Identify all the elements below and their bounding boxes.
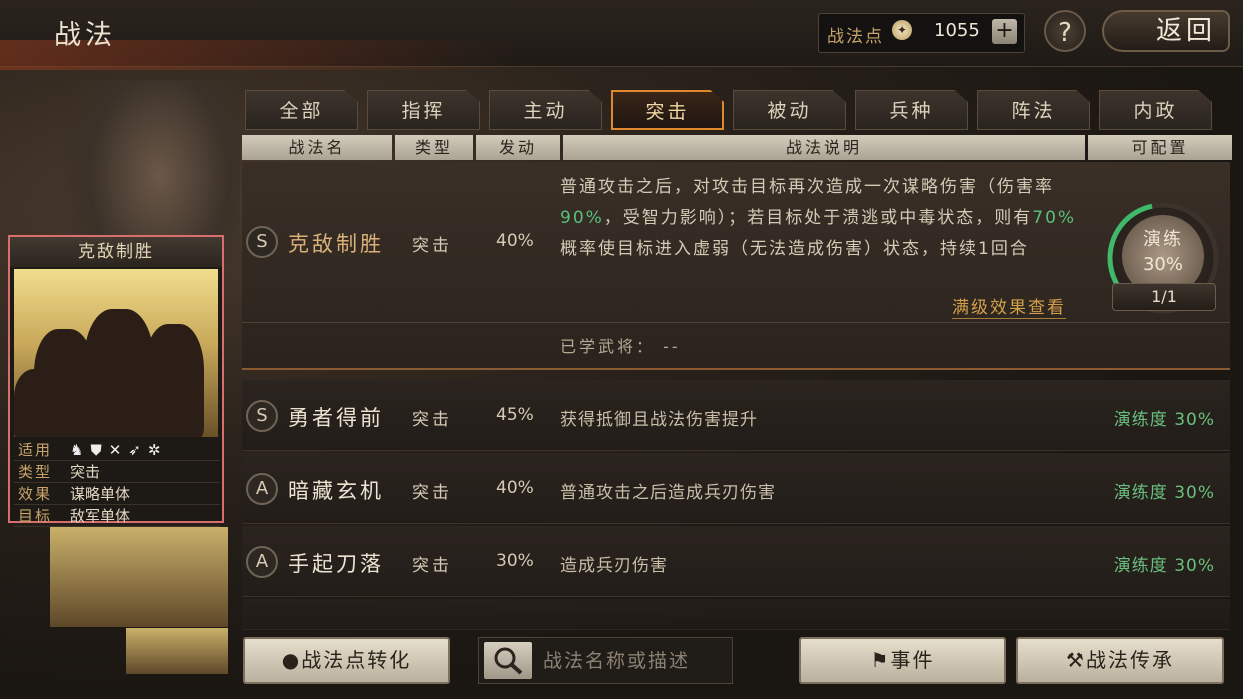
tactic-row[interactable] [242, 526, 1230, 597]
event-icon: ⚑ [870, 648, 891, 672]
convert-points-button[interactable]: ●战法点转化 [243, 637, 450, 684]
attr-value: 敌军单体 [70, 507, 131, 525]
learned-generals: 已学武将： -- [560, 337, 681, 356]
tab-active[interactable]: 主动 [489, 90, 602, 130]
tactic-name: 手起刀落 [288, 552, 384, 576]
shield-icon: ⛊ [90, 440, 102, 459]
tactic-card: 克敌制胜 适用 ♞ ⛊ ✕ ➶ ✲ 类型 突击 效果 谋略单体 目标 敌军单体 [8, 235, 224, 527]
card-attr-row: 效果 谋略单体 [14, 483, 220, 505]
unit-type-icons: ♞ ⛊ ✕ ➶ ✲ [70, 441, 160, 459]
tactic-type: 突击 [412, 410, 452, 430]
tactic-description: 普通攻击之后造成兵刃伤害 [560, 483, 776, 503]
events-button[interactable]: ⚑事件 [799, 637, 1006, 684]
tab-formation[interactable]: 阵法 [977, 90, 1090, 130]
attr-value: 突击 [70, 463, 101, 481]
cavalry-icon: ♞ [70, 440, 84, 459]
hammer-icon: ⚒ [1066, 648, 1086, 672]
tactic-point-coin-icon: ✦ [892, 20, 912, 40]
back-button[interactable]: 返回 [1102, 10, 1230, 52]
attr-key: 目标 [18, 507, 53, 525]
tab-all[interactable]: 全部 [245, 90, 358, 130]
divider [242, 322, 1230, 323]
column-header-config[interactable]: 可配置 [1088, 135, 1232, 160]
search-box[interactable] [478, 637, 733, 684]
card-attr-row: 目标 敌军单体 [14, 505, 220, 527]
column-header-type[interactable]: 类型 [395, 135, 473, 160]
tactic-description: 获得抵御且战法伤害提升 [560, 410, 758, 430]
config-slot-count: 1/1 [1112, 283, 1216, 311]
tab-troop[interactable]: 兵种 [855, 90, 968, 130]
full-effect-link[interactable]: 满级效果查看 [952, 293, 1066, 319]
tactic-name: 暗藏玄机 [288, 479, 384, 503]
drill-level: 演练度 30% [1113, 410, 1215, 430]
search-input[interactable] [541, 643, 730, 679]
attr-key: 类型 [18, 463, 53, 481]
tactic-name: 勇者得前 [288, 406, 384, 430]
card-attr-row: 类型 突击 [14, 461, 220, 483]
tactic-type: 突击 [412, 556, 452, 576]
drill-value: 30% [1142, 254, 1183, 275]
drill-level: 演练度 30% [1113, 556, 1215, 576]
tactic-type: 突击 [412, 236, 452, 256]
tab-internal[interactable]: 内政 [1099, 90, 1212, 130]
grade-badge: S [246, 400, 278, 432]
search-icon[interactable] [484, 642, 532, 679]
drill-level: 演练度 30% [1113, 483, 1215, 503]
tactic-rate: 40% [496, 478, 534, 498]
tactic-thumbnail[interactable] [50, 527, 228, 627]
attr-key: 效果 [18, 485, 53, 503]
tab-command[interactable]: 指挥 [367, 90, 480, 130]
bow-icon: ✕ [108, 440, 122, 459]
tactic-points-label: 战法点 [827, 27, 884, 47]
tab-assault[interactable]: 突击 [611, 90, 724, 130]
column-header-name[interactable]: 战法名 [242, 135, 392, 160]
tactic-row[interactable] [242, 599, 1230, 630]
tactic-type: 突击 [412, 483, 452, 503]
tactic-description: 造成兵刃伤害 [560, 556, 668, 576]
card-tactic-name: 克敌制胜 [10, 237, 222, 267]
card-artwork [14, 269, 218, 437]
add-points-button[interactable]: + [992, 19, 1017, 44]
tactic-description: 普通攻击之后，对攻击目标再次造成一次谋略伤害（伤害率90%，受智力影响）；若目标… [560, 177, 1077, 259]
tactic-rate: 30% [496, 551, 534, 571]
spear-icon: ➶ [128, 440, 141, 459]
column-header-rate[interactable]: 发动 [476, 135, 560, 160]
inherit-button[interactable]: ⚒战法传承 [1016, 637, 1224, 684]
page-title: 战法 [54, 20, 116, 51]
column-header-desc: 战法说明 [563, 135, 1085, 160]
grade-badge: S [246, 226, 278, 258]
grade-badge: A [246, 546, 278, 578]
tactic-name: 克敌制胜 [288, 232, 384, 256]
tactic-point-icon: ● [281, 648, 302, 672]
tactic-rate: 45% [496, 405, 534, 425]
attr-key: 适用 [18, 441, 53, 459]
attr-value: 谋略单体 [70, 485, 131, 503]
tactic-rate: 40% [496, 231, 534, 251]
tactic-points-value: 1055 [934, 20, 980, 41]
tactic-thumbnail[interactable] [126, 628, 228, 674]
help-button[interactable]: ? [1044, 10, 1086, 52]
grade-badge: A [246, 473, 278, 505]
siege-icon: ✲ [147, 440, 161, 459]
drill-label: 演练 [1143, 229, 1183, 250]
tab-passive[interactable]: 被动 [733, 90, 846, 130]
card-attr-row: 适用 ♞ ⛊ ✕ ➶ ✲ [14, 439, 220, 461]
